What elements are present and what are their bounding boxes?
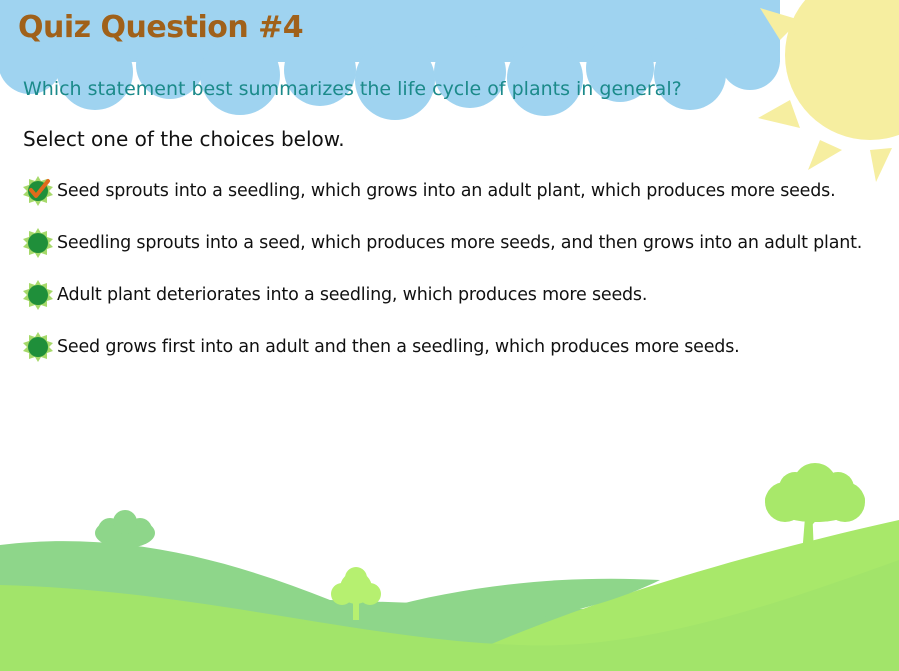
choice-label: Seed sprouts into a seedling, which grow… [57,181,836,201]
radio-icon[interactable] [22,279,54,311]
choice-label: Adult plant deteriorates into a seedling… [57,285,648,305]
choice-label: Seedling sprouts into a seed, which prod… [57,233,863,253]
choice-option-4[interactable]: Seed grows first into an adult and then … [22,331,862,363]
choice-label: Seed grows first into an adult and then … [57,337,740,357]
choice-option-2[interactable]: Seedling sprouts into a seed, which prod… [22,227,862,259]
radio-icon[interactable] [22,227,54,259]
radio-icon[interactable] [22,331,54,363]
choice-option-1[interactable]: Seed sprouts into a seedling, which grow… [22,175,862,207]
question-text: Which statement best summarizes the life… [23,78,682,100]
instruction-text: Select one of the choices below. [23,127,345,151]
radio-checked-icon[interactable] [22,175,54,207]
page-title: Quiz Question #4 [18,10,304,45]
sun-icon [758,0,899,182]
choice-list: Seed sprouts into a seedling, which grow… [22,175,862,383]
quiz-slide: Quiz Question #4 Which statement best su… [0,0,899,671]
choice-option-3[interactable]: Adult plant deteriorates into a seedling… [22,279,862,311]
